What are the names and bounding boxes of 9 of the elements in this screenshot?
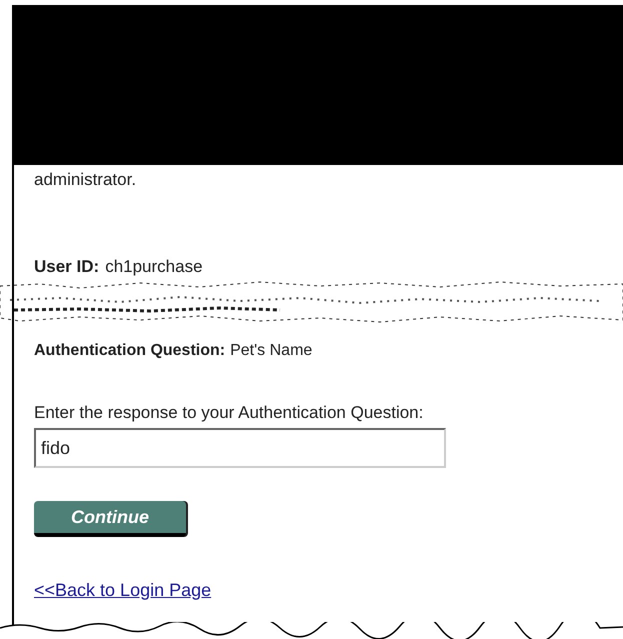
- intro-text: administrator.: [34, 169, 136, 191]
- response-field[interactable]: fido: [34, 428, 446, 468]
- back-to-login-link[interactable]: <<Back to Login Page: [34, 577, 212, 604]
- response-label: Enter the response to your Authentication Question:: [34, 402, 424, 424]
- question-label: Authentication Question:: [34, 341, 226, 361]
- continue-button[interactable]: Continue: [34, 501, 186, 537]
- user-id-label: User ID:: [34, 256, 100, 278]
- user-id-value: ch1purchase: [105, 256, 203, 278]
- question-value: Pet's Name: [230, 341, 312, 361]
